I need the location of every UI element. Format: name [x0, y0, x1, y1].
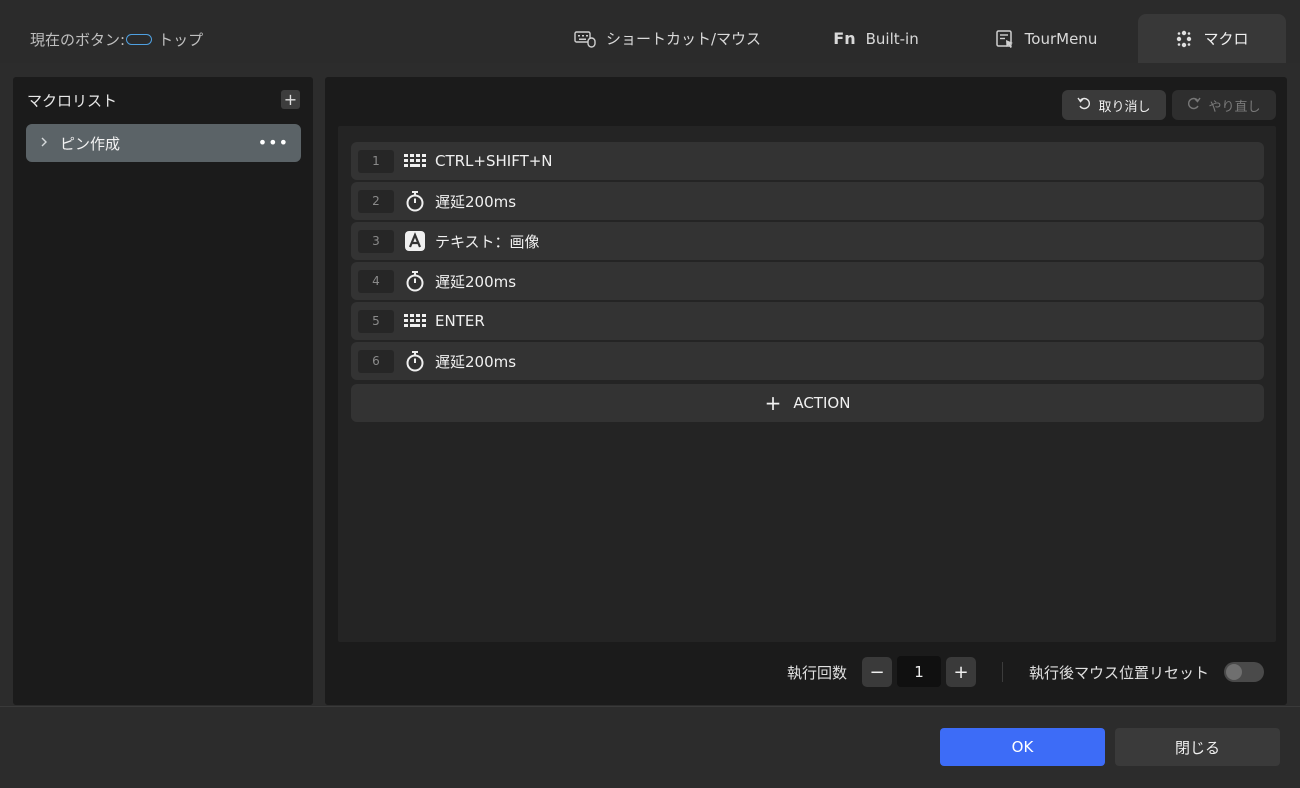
tab-shortcut-mouse[interactable]: ショートカット/マウス — [560, 14, 775, 63]
execution-count-input[interactable] — [897, 656, 941, 687]
add-macro-button[interactable]: + — [281, 90, 300, 109]
macro-list-title: マクロリスト — [27, 92, 118, 110]
action-text: CTRL+SHIFT+N — [435, 152, 553, 170]
tab-tour-menu[interactable]: TourMenu — [980, 14, 1112, 63]
action-row[interactable]: 2 遅延200ms — [351, 182, 1264, 220]
action-number: 5 — [358, 309, 394, 333]
plus-icon: + — [953, 661, 969, 683]
tab-label: TourMenu — [1024, 29, 1098, 48]
undo-label: 取り消し — [1098, 99, 1151, 115]
action-number: 4 — [358, 269, 394, 293]
ok-button[interactable]: OK — [940, 728, 1105, 766]
button-shape-icon — [126, 34, 153, 45]
current-button-indicator: 現在のボタン: トップ — [30, 29, 203, 50]
action-number: 3 — [358, 229, 394, 253]
action-number: 2 — [358, 189, 394, 213]
action-row[interactable]: 6 遅延200ms — [351, 342, 1264, 380]
reset-mouse-position-toggle[interactable] — [1224, 662, 1264, 682]
tab-built-in[interactable]: Fn Built-in — [820, 14, 932, 63]
action-text: 遅延200ms — [435, 192, 517, 211]
tab-label: ショートカット/マウス — [605, 30, 762, 48]
redo-label: やり直し — [1208, 99, 1261, 115]
macro-list-item[interactable]: ピン作成 ••• — [26, 124, 301, 162]
timer-icon — [404, 350, 426, 372]
action-text: 遅延200ms — [435, 352, 517, 371]
timer-icon — [404, 190, 426, 212]
chevron-right-icon[interactable] — [40, 136, 48, 150]
action-text: ENTER — [435, 312, 485, 330]
reset-mouse-position-label: 執行後マウス位置リセット — [1029, 664, 1210, 682]
close-button[interactable]: 閉じる — [1115, 728, 1280, 766]
minus-icon: − — [869, 661, 885, 683]
action-list: 1 CTRL+SHIFT+N 2 遅延200ms 3 テキスト：画像 4 遅延2… — [338, 126, 1276, 642]
keyboard-mouse-icon — [574, 30, 596, 48]
macro-item-label: ピン作成 — [60, 134, 121, 153]
action-text: 遅延200ms — [435, 272, 517, 291]
timer-icon — [404, 270, 426, 292]
redo-icon — [1187, 96, 1202, 114]
plus-icon: + — [764, 391, 782, 415]
ok-label: OK — [1011, 738, 1034, 756]
tab-label: マクロ — [1203, 30, 1249, 48]
add-action-label: ACTION — [793, 394, 851, 412]
action-row[interactable]: 3 テキスト：画像 — [351, 222, 1264, 260]
current-button-value: トップ — [158, 31, 204, 49]
close-label: 閉じる — [1174, 738, 1220, 757]
fn-icon: Fn — [833, 29, 856, 48]
action-text: テキスト：画像 — [435, 232, 540, 251]
decrement-button[interactable]: − — [862, 657, 892, 687]
add-action-button[interactable]: + ACTION — [351, 384, 1264, 422]
keyboard-icon — [404, 310, 426, 332]
redo-button[interactable]: やり直し — [1172, 90, 1276, 120]
undo-icon — [1077, 96, 1091, 114]
top-bar: 現在のボタン: トップ ショートカット/マウス Fn Built-in Tour… — [0, 0, 1300, 63]
undo-button[interactable]: 取り消し — [1062, 90, 1166, 120]
tab-label: Built-in — [865, 29, 919, 48]
action-row[interactable]: 1 CTRL+SHIFT+N — [351, 142, 1264, 180]
divider — [1002, 662, 1003, 682]
action-row[interactable]: 4 遅延200ms — [351, 262, 1264, 300]
macro-dots-icon — [1175, 30, 1193, 48]
tab-macro[interactable]: マクロ — [1138, 14, 1286, 63]
macro-editor-panel: 取り消し やり直し 1 CTRL+SHIFT+N 2 遅延200ms 3 テキス… — [325, 77, 1287, 705]
plus-icon: + — [283, 90, 298, 109]
text-a-icon — [404, 230, 426, 252]
footer-divider — [0, 706, 1300, 707]
execution-count-label: 執行回数 — [787, 664, 848, 682]
current-button-label: 現在のボタン: — [30, 31, 126, 49]
macro-list-panel: マクロリスト + ピン作成 ••• — [13, 77, 313, 705]
tour-menu-icon — [995, 29, 1015, 49]
action-number: 1 — [358, 149, 394, 173]
action-row[interactable]: 5 ENTER — [351, 302, 1264, 340]
action-number: 6 — [358, 349, 394, 373]
keyboard-icon — [404, 150, 426, 172]
increment-button[interactable]: + — [946, 657, 976, 687]
more-options-icon[interactable]: ••• — [258, 133, 289, 152]
toggle-knob — [1226, 664, 1242, 680]
